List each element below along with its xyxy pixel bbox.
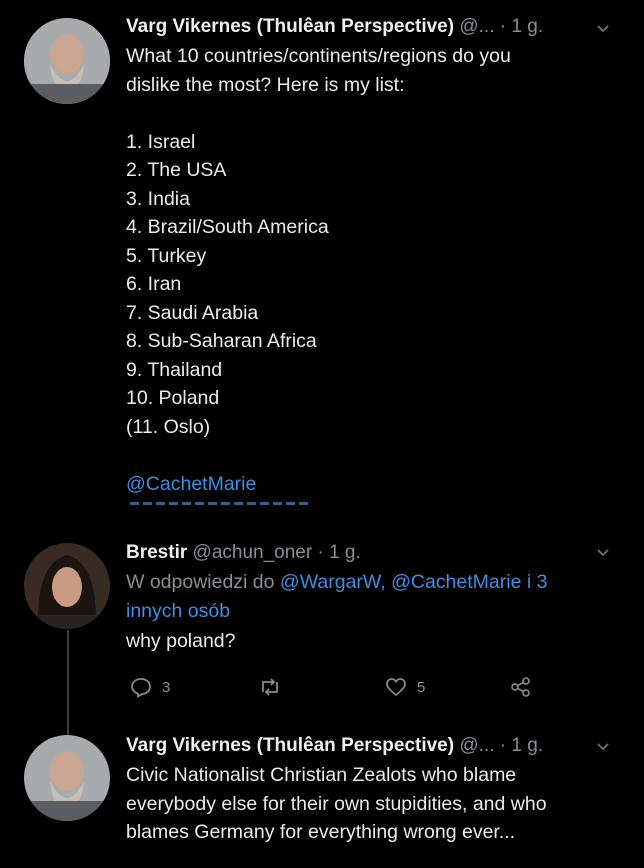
list-item: 1. Israel <box>126 130 196 153</box>
list-item: 3. India <box>126 187 190 210</box>
tweet-header: Varg Vikernes (Thulêan Perspective) @...… <box>126 16 543 38</box>
author-handle[interactable]: @achun_oner <box>193 542 313 563</box>
reply-context: W odpowiedzi do @WargarW, @CachetMarie i… <box>126 568 547 656</box>
like-icon <box>386 678 406 697</box>
list-item: 8. Sub-Saharan Africa <box>126 330 317 352</box>
list-item: 9. Thailand <box>126 358 223 381</box>
retweet-button[interactable] <box>258 676 282 698</box>
list-item: 2. The USA <box>126 159 227 181</box>
avatar-varg[interactable] <box>24 735 110 821</box>
reply-button[interactable]: 3 <box>130 676 170 698</box>
chevron-down-icon[interactable] <box>596 740 610 754</box>
chevron-down-icon[interactable] <box>596 22 610 36</box>
tweet-header: Brestir @achun_oner · 1 g. <box>126 542 361 564</box>
mention-link[interactable]: @CachetMarie <box>126 470 511 499</box>
share-icon <box>511 677 530 697</box>
tweet-original[interactable]: Varg Vikernes (Thulêan Perspective) @...… <box>0 0 644 520</box>
tweet-text-line: dislike the most? Here is my list: <box>126 73 405 96</box>
author-name[interactable]: Brestir <box>126 542 187 563</box>
list-item: 5. Turkey <box>126 244 207 267</box>
list-item: 7. Saudi Arabia <box>126 301 259 324</box>
reply-icon <box>131 678 151 698</box>
list-item: 6. Iran <box>126 273 182 295</box>
author-name[interactable]: Varg Vikernes (Thulêan Perspective) <box>126 16 454 37</box>
list-item: 10. Poland <box>126 387 220 409</box>
reply-count: 3 <box>162 678 171 696</box>
tweet-text-line: What 10 countries/continents/regions do … <box>126 45 511 67</box>
chevron-down-icon[interactable] <box>596 546 610 560</box>
avatar-varg[interactable] <box>24 18 110 104</box>
tweet-text: Civic Nationalist Christian Zealots who … <box>126 761 547 847</box>
tweet-text: What 10 countries/continents/regions do … <box>126 42 511 498</box>
cut-off-text <box>130 502 308 505</box>
tweet-header: Varg Vikernes (Thulêan Perspective) @...… <box>126 735 543 757</box>
share-button[interactable] <box>510 676 532 698</box>
reply-more-link[interactable]: innych osób <box>126 597 547 626</box>
author-name[interactable]: Varg Vikernes (Thulêan Perspective) <box>126 735 454 756</box>
author-handle[interactable]: @... <box>459 735 494 756</box>
retweet-icon <box>262 678 278 696</box>
like-button[interactable]: 5 <box>385 676 425 698</box>
tweet-reply[interactable]: Brestir @achun_oner · 1 g. W odpowiedzi … <box>0 530 644 820</box>
tweet-text: why poland? <box>126 630 236 652</box>
tweet-reply-author[interactable]: Varg Vikernes (Thulêan Perspective) @...… <box>0 725 644 868</box>
tweet-text-line: everybody else for their own stupidities… <box>126 792 547 815</box>
reply-prefix: W odpowiedzi do <box>126 571 280 593</box>
timestamp[interactable]: · 1 g. <box>317 542 360 563</box>
avatar-brestir[interactable] <box>24 543 110 629</box>
tweet-text-line: blames Germany for everything wrong ever… <box>126 821 516 843</box>
list-item: (11. Oslo) <box>126 415 211 438</box>
tweet-text-line: Civic Nationalist Christian Zealots who … <box>126 764 517 786</box>
timestamp[interactable]: · 1 g. <box>500 16 543 37</box>
timestamp[interactable]: · 1 g. <box>500 735 543 756</box>
author-handle[interactable]: @... <box>459 16 494 37</box>
reply-users-link[interactable]: @WargarW, @CachetMarie i 3 <box>280 571 548 593</box>
list-item: 4. Brazil/South America <box>126 216 329 238</box>
like-count: 5 <box>417 678 426 696</box>
